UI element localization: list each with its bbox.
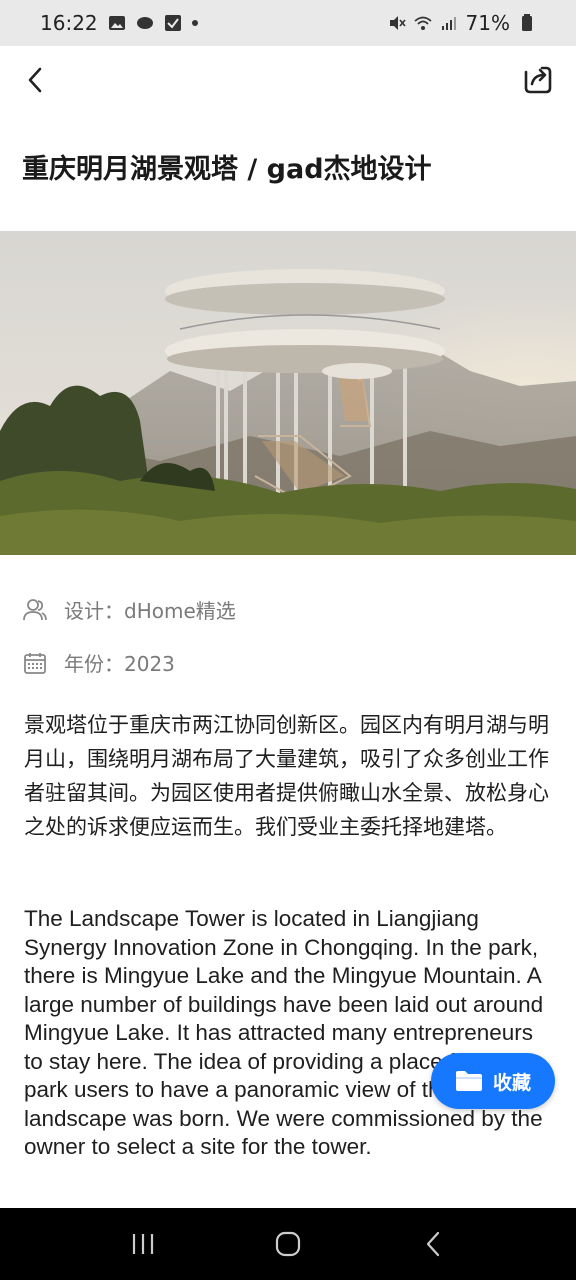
gallery-icon — [108, 16, 125, 30]
top-app-bar — [0, 46, 576, 118]
designer-row: 设计：dHome精选 — [22, 595, 236, 624]
status-bar: 16:22 71% — [0, 0, 576, 46]
checkbox-icon — [164, 15, 181, 31]
calendar-icon — [22, 650, 48, 676]
status-left: 16:22 — [40, 11, 198, 35]
article-title: 重庆明月湖景观塔 / gad杰地设计 — [22, 154, 432, 185]
wifi-icon — [413, 16, 432, 30]
year-row: 年份：2023 — [22, 648, 175, 677]
share-button[interactable] — [520, 62, 556, 98]
nav-back-icon — [427, 1231, 440, 1257]
designer-text: 设计：dHome精选 — [64, 599, 236, 623]
nav-back-button[interactable] — [408, 1224, 458, 1264]
recent-apps-icon — [132, 1234, 153, 1254]
chat-icon — [136, 17, 153, 29]
signal-icon — [441, 17, 456, 30]
home-button[interactable] — [263, 1224, 313, 1264]
tower-photo — [0, 231, 576, 555]
favorite-button[interactable]: 收藏 — [431, 1053, 555, 1109]
favorite-label: 收藏 — [492, 1071, 531, 1094]
battery-icon — [522, 14, 532, 31]
article-paragraph-en: The Landscape Tower is located in Liangj… — [24, 906, 544, 1159]
article-paragraph-cn: 景观塔位于重庆市两江协同创新区。园区内有明月湖与明月山，围绕明月湖布局了大量建筑… — [24, 713, 549, 839]
system-nav-bar — [0, 1208, 576, 1280]
share-icon — [524, 66, 552, 94]
status-time: 16:22 — [40, 11, 98, 35]
home-icon — [275, 1231, 301, 1257]
article-hero-image[interactable] — [0, 231, 576, 555]
user-group-icon — [22, 597, 48, 623]
year-text: 年份：2023 — [64, 652, 175, 676]
notification-dot-icon — [191, 20, 198, 26]
mute-icon — [389, 16, 406, 30]
status-right: 71% — [388, 11, 536, 35]
back-button[interactable] — [18, 62, 54, 98]
folder-icon — [455, 1071, 482, 1091]
chevron-left-icon — [28, 67, 42, 93]
battery-percent: 71% — [465, 11, 510, 35]
recent-apps-button[interactable] — [118, 1224, 168, 1264]
